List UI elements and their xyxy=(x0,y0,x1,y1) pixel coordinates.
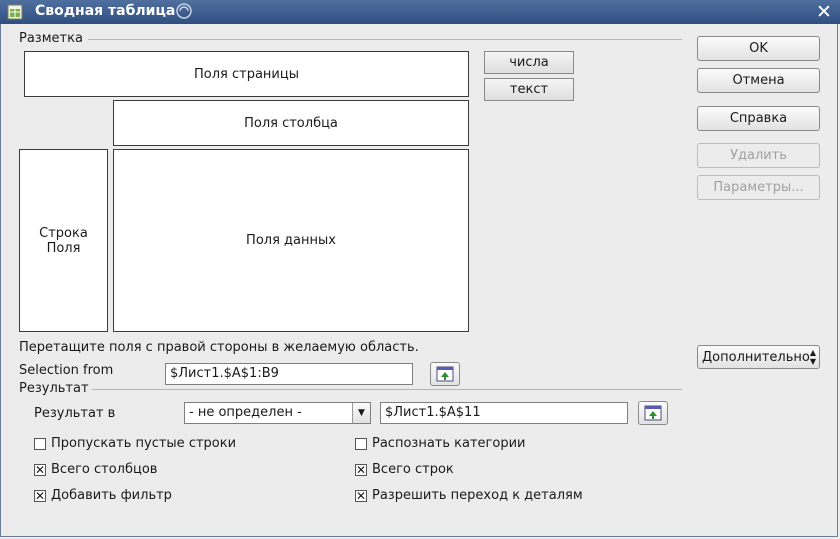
option-add-filter-label: Добавить фильтр xyxy=(51,488,172,503)
window-title: Сводная таблица xyxy=(35,3,176,19)
destination-select[interactable]: - не определен - ▼ xyxy=(184,402,371,424)
options-button[interactable]: Параметры... xyxy=(697,175,820,200)
field-button-text-label: текст xyxy=(509,82,549,97)
row-fields-label-line2: Поля xyxy=(46,240,81,256)
shrink-destination-button[interactable] xyxy=(638,401,668,425)
destination-range-input[interactable]: $Лист1.$A$11 xyxy=(380,402,628,424)
options-button-label: Параметры... xyxy=(713,180,804,195)
cancel-button-label: Отмена xyxy=(732,73,785,88)
column-fields-label: Поля столбца xyxy=(244,115,338,131)
option-total-columns[interactable]: ✕ Всего столбцов xyxy=(34,462,157,477)
title-bar: Сводная таблица ✕ xyxy=(0,0,840,24)
checkbox-unchecked[interactable] xyxy=(355,437,367,450)
selection-range-input[interactable]: $Лист1.$A$1:B9 xyxy=(165,363,413,385)
ok-button[interactable]: OK xyxy=(697,36,820,61)
destination-select-value: - не определен - xyxy=(189,405,302,420)
option-total-rows[interactable]: ✕ Всего строк xyxy=(355,462,454,477)
checkbox-checked-icon[interactable]: ✕ xyxy=(355,463,367,476)
field-button-numbers[interactable]: числа xyxy=(484,51,574,74)
help-button[interactable]: Справка xyxy=(697,106,820,131)
checkbox-checked-icon[interactable]: ✕ xyxy=(34,489,46,502)
delete-button-label: Удалить xyxy=(730,148,787,163)
delete-button[interactable]: Удалить xyxy=(697,143,820,168)
checkbox-checked-icon[interactable]: ✕ xyxy=(34,463,46,476)
spreadsheet-app-icon xyxy=(7,4,23,20)
option-ignore-empty-rows-label: Пропускать пустые строки xyxy=(51,436,237,451)
page-fields-label: Поля страницы xyxy=(194,66,299,82)
shrink-selection-button[interactable] xyxy=(430,362,460,386)
layout-group-divider xyxy=(88,39,682,40)
result-group-label: Результат xyxy=(19,381,89,396)
chevron-down-icon[interactable]: ▼ xyxy=(352,403,370,423)
spin-arrows-icon: ▲ ▼ xyxy=(809,348,816,366)
option-enable-drill-down-label: Разрешить переход к деталям xyxy=(372,488,583,503)
checkbox-checked-icon[interactable]: ✕ xyxy=(355,489,367,502)
layout-group-label: Разметка xyxy=(19,31,83,46)
shrink-range-icon xyxy=(436,366,454,382)
option-identify-categories-label: Распознать категории xyxy=(372,436,526,451)
shrink-range-icon xyxy=(644,405,662,421)
row-fields-label-line1: Строка xyxy=(39,225,88,241)
pivot-table-icon xyxy=(176,3,192,19)
result-in-label: Результат в xyxy=(34,406,116,421)
help-button-label: Справка xyxy=(729,111,788,126)
data-fields-label: Поля данных xyxy=(246,233,336,248)
checkbox-unchecked[interactable] xyxy=(34,437,46,450)
drag-hint: Перетащите поля с правой стороны в желае… xyxy=(19,340,419,355)
option-add-filter[interactable]: ✕ Добавить фильтр xyxy=(34,488,172,503)
data-fields-area[interactable]: Поля данных xyxy=(113,149,469,332)
option-ignore-empty-rows[interactable]: Пропускать пустые строки xyxy=(34,436,236,451)
option-total-columns-label: Всего столбцов xyxy=(51,462,158,477)
cancel-button[interactable]: Отмена xyxy=(697,68,820,93)
column-fields-area[interactable]: Поля столбца xyxy=(113,100,469,146)
ok-button-label: OK xyxy=(749,41,768,56)
option-identify-categories[interactable]: Распознать категории xyxy=(355,436,525,451)
result-group-divider xyxy=(92,389,682,390)
page-fields-area[interactable]: Поля страницы xyxy=(24,51,469,97)
selection-from-label: Selection from xyxy=(19,363,114,378)
close-icon[interactable]: ✕ xyxy=(814,2,834,22)
field-button-text[interactable]: текст xyxy=(484,78,574,101)
option-total-rows-label: Всего строк xyxy=(372,462,454,477)
field-button-numbers-label: числа xyxy=(509,55,549,70)
more-button[interactable]: Дополнительно ▲ ▼ xyxy=(697,345,820,369)
more-button-label: Дополнительно xyxy=(702,350,810,365)
option-enable-drill-down[interactable]: ✕ Разрешить переход к деталям xyxy=(355,488,583,503)
row-fields-area[interactable]: Строка Поля xyxy=(19,149,108,332)
